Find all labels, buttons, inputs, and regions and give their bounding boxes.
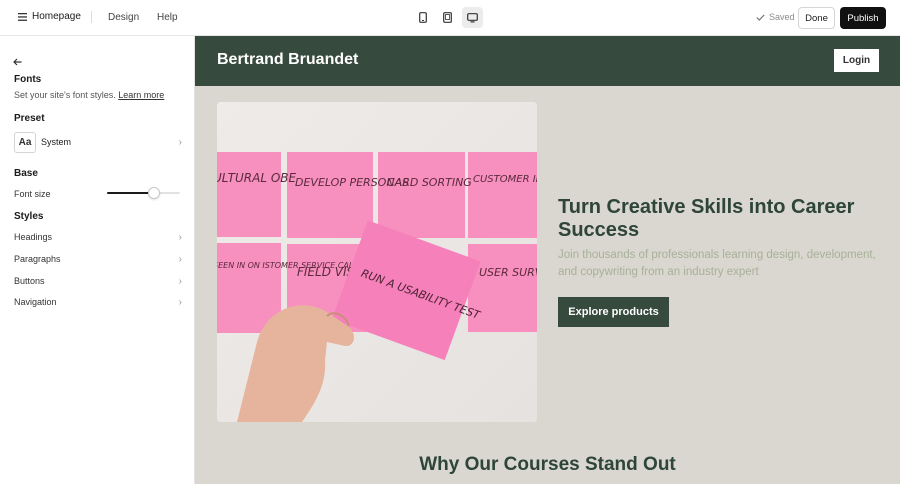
hero-subtitle: Join thousands of professionals learning… bbox=[558, 249, 876, 278]
style-item-buttons[interactable]: Buttons › bbox=[14, 273, 182, 289]
homepage-label: Homepage bbox=[32, 11, 81, 22]
note-text: CARD SORTING bbox=[387, 176, 472, 189]
preset-selector[interactable]: Aa System › bbox=[14, 131, 182, 153]
tablet-view-button[interactable] bbox=[437, 7, 458, 28]
fonts-settings-panel: Fonts Set your site's font styles. Learn… bbox=[0, 36, 195, 484]
hero-image: ULTURAL OBE DEVELOP PERSONAS CARD SORTIN… bbox=[217, 102, 537, 422]
style-item-paragraphs[interactable]: Paragraphs › bbox=[14, 251, 182, 267]
back-button[interactable] bbox=[13, 53, 22, 71]
topbar-divider bbox=[91, 11, 92, 23]
tablet-device-icon bbox=[443, 12, 452, 23]
saved-label: Saved bbox=[769, 12, 795, 22]
preset-icon-text: Aa bbox=[18, 136, 32, 148]
base-heading: Base bbox=[14, 168, 38, 179]
preset-value: System bbox=[41, 137, 72, 147]
style-item-label: Paragraphs bbox=[14, 254, 61, 264]
editor-topbar: Homepage Design Help Saved Done Publish bbox=[0, 0, 900, 36]
note-text: ULTURAL OBE bbox=[217, 171, 296, 185]
done-button[interactable]: Done bbox=[798, 7, 835, 29]
desktop-view-button[interactable] bbox=[462, 7, 483, 28]
site-preview: Bertrand Bruandet Login ULTURAL OBE DEVE… bbox=[195, 36, 900, 484]
site-header: Bertrand Bruandet Login bbox=[195, 36, 900, 86]
publish-button[interactable]: Publish bbox=[840, 7, 886, 29]
style-item-label: Navigation bbox=[14, 297, 57, 307]
fonts-heading: Fonts bbox=[14, 74, 42, 85]
design-tab[interactable]: Design bbox=[108, 12, 139, 23]
style-item-navigation[interactable]: Navigation › bbox=[14, 294, 182, 310]
chevron-right-icon: › bbox=[178, 136, 182, 148]
section-title: Why Our Courses Stand Out bbox=[419, 454, 676, 475]
site-brand[interactable]: Bertrand Bruandet bbox=[217, 51, 358, 69]
chevron-right-icon: › bbox=[178, 296, 182, 308]
sticky-notes-photo: ULTURAL OBE DEVELOP PERSONAS CARD SORTIN… bbox=[217, 102, 537, 422]
slider-thumb[interactable] bbox=[148, 187, 161, 199]
fonts-description: Set your site's font styles. Learn more bbox=[14, 90, 164, 100]
hero-title: Turn Creative Skills into Career Success bbox=[558, 196, 855, 241]
chevron-right-icon: › bbox=[178, 253, 182, 265]
preset-heading: Preset bbox=[14, 113, 45, 124]
slider-fill bbox=[107, 192, 155, 194]
style-item-label: Buttons bbox=[14, 276, 45, 286]
chevron-right-icon: › bbox=[178, 275, 182, 287]
style-item-headings[interactable]: Headings › bbox=[14, 229, 182, 245]
mobile-view-button[interactable] bbox=[412, 7, 433, 28]
device-switcher bbox=[412, 7, 483, 28]
font-size-label: Font size bbox=[14, 189, 51, 199]
style-item-label: Headings bbox=[14, 232, 53, 242]
chevron-right-icon: › bbox=[178, 231, 182, 243]
check-icon bbox=[756, 13, 765, 21]
desktop-device-icon bbox=[467, 12, 478, 22]
mobile-device-icon bbox=[418, 12, 427, 23]
menu-icon bbox=[18, 12, 27, 21]
homepage-menu[interactable]: Homepage bbox=[18, 11, 81, 22]
font-size-slider[interactable] bbox=[107, 186, 180, 200]
styles-heading: Styles bbox=[14, 211, 44, 222]
learn-more-link[interactable]: Learn more bbox=[118, 90, 164, 100]
font-preview-icon: Aa bbox=[14, 131, 36, 153]
explore-products-button[interactable]: Explore products bbox=[558, 297, 669, 327]
note-text: CUSTOMER INTERVIEWS bbox=[473, 174, 537, 185]
login-button[interactable]: Login bbox=[834, 49, 879, 72]
help-tab[interactable]: Help bbox=[157, 12, 178, 23]
save-status: Saved bbox=[756, 12, 795, 22]
note-text: USER SURVEY bbox=[479, 266, 537, 279]
fonts-subtitle: Set your site's font styles. bbox=[14, 90, 116, 100]
arrow-left-icon bbox=[13, 58, 22, 66]
